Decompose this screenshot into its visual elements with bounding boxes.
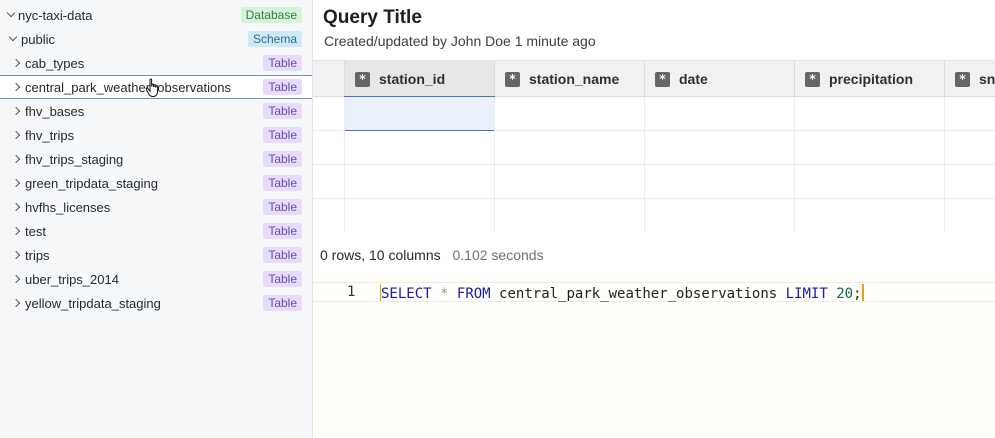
column-divider [794,97,795,232]
row-divider [313,164,995,165]
schema-sidebar: nyc-taxi-data Database public Schema cab… [0,0,313,438]
column-name: sn [979,71,995,87]
tree-item-table[interactable]: fhv_trips_staging Table [0,147,312,171]
chevron-right-icon[interactable] [12,129,22,141]
row-column-count: 0 rows, 10 columns [320,247,441,263]
tree-item-table[interactable]: fhv_trips Table [0,123,312,147]
table-identifier: central_park_weather_observations [499,286,778,302]
table-badge: Table [263,223,302,239]
query-title[interactable]: Query Title [323,7,422,29]
asterisk-icon: * [655,71,670,87]
tree-item-database[interactable]: nyc-taxi-data Database [0,3,312,27]
asterisk-icon: * [805,71,820,87]
statement-end: ; [853,286,862,302]
chevron-right-icon[interactable] [12,177,22,189]
table-badge: Table [263,295,302,311]
column-header[interactable]: * sn [945,61,995,97]
table-badge: Table [263,151,302,167]
sql-code[interactable]: SELECT * FROM central_park_weather_obser… [380,284,864,302]
query-duration: 0.102 seconds [452,247,544,263]
table-badge: Table [263,127,302,143]
column-header[interactable]: * station_name [495,61,645,97]
keyword-from: FROM [456,286,491,302]
chevron-right-icon[interactable] [12,249,22,261]
column-name: precipitation [829,71,914,87]
tree-item-table[interactable]: cab_types Table [0,51,312,75]
table-badge: Table [263,175,302,191]
column-divider [944,97,945,232]
star-operator: * [440,286,449,302]
tree-item-table[interactable]: trips Table [0,243,312,267]
tree-item-table[interactable]: fhv_bases Table [0,99,312,123]
schema-badge: Schema [247,31,302,47]
chevron-right-icon[interactable] [12,201,22,213]
query-meta: Created/updated by John Doe 1 minute ago [324,33,596,49]
query-panel: Query Title Created/updated by John Doe … [313,0,995,438]
hand-pointer-icon [145,78,159,97]
chevron-down-icon[interactable] [8,33,18,45]
table-badge: Table [263,247,302,263]
sql-editor[interactable]: 1 SELECT * FROM central_park_weather_obs… [313,274,995,438]
chevron-right-icon[interactable] [12,225,22,237]
editor-line[interactable]: 1 SELECT * FROM central_park_weather_obs… [313,282,995,302]
database-badge: Database [240,7,302,23]
column-name: station_name [529,71,620,87]
table-badge: Table [263,55,302,71]
chevron-down-icon[interactable] [6,9,16,21]
chevron-right-icon[interactable] [12,105,22,117]
column-header[interactable]: * station_id [345,61,495,97]
table-badge: Table [263,199,302,215]
chevron-right-icon[interactable] [12,153,22,165]
bracket-match-marker [861,284,864,301]
column-header[interactable]: * precipitation [795,61,945,97]
chevron-right-icon[interactable] [12,297,22,309]
keyword-select: SELECT [381,286,432,302]
results-grid[interactable]: * station_id * station_name * date * precipitat… [313,60,995,232]
row-gutter-header [313,61,345,97]
tree-item-table[interactable]: uber_trips_2014 Table [0,267,312,291]
column-divider [494,97,495,232]
tree-item-table[interactable]: green_tripdata_staging Table [0,171,312,195]
column-name: station_id [379,71,446,87]
asterisk-icon: * [955,71,970,87]
tree-item-table[interactable]: yellow_tripdata_staging Table [0,291,312,315]
asterisk-icon: * [355,71,370,87]
table-badge: Table [263,271,302,287]
table-badge: Table [263,79,302,95]
column-divider [644,97,645,232]
asterisk-icon: * [505,71,520,87]
line-number: 1 [347,284,356,300]
column-header[interactable]: * date [645,61,795,97]
tree-item-table[interactable]: hvfhs_licenses Table [0,195,312,219]
limit-number: 20 [836,286,854,302]
selected-cell[interactable] [344,96,495,131]
result-status: 0 rows, 10 columns 0.102 seconds [320,247,544,263]
table-badge: Table [263,103,302,119]
chevron-right-icon[interactable] [12,81,22,93]
chevron-right-icon[interactable] [12,57,22,69]
column-name: date [679,71,708,87]
grid-header: * station_id * station_name * date * precipitat… [313,60,995,97]
gutter-divider [344,97,345,232]
keyword-limit: LIMIT [785,286,828,302]
tree-item-table[interactable]: test Table [0,219,312,243]
chevron-right-icon[interactable] [12,273,22,285]
row-divider [313,198,995,199]
tree-item-schema[interactable]: public Schema [0,27,312,51]
